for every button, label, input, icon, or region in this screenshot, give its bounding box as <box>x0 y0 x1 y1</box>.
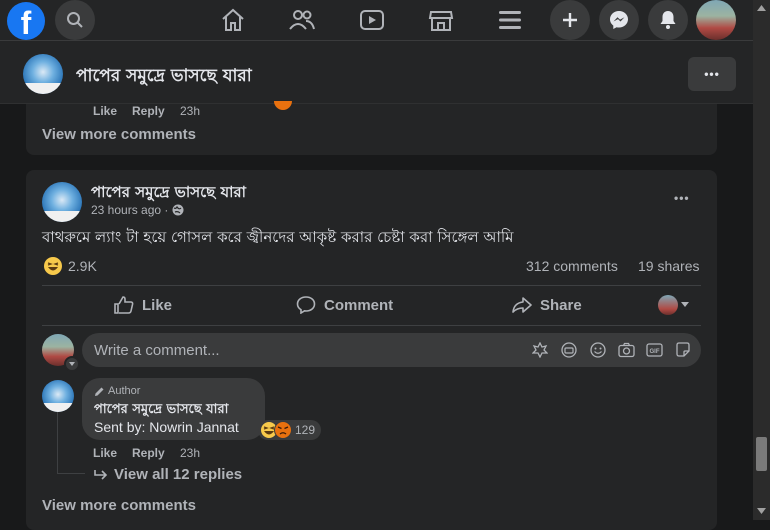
create-button[interactable] <box>550 0 590 40</box>
author-badge: Author <box>94 385 140 397</box>
share-icon <box>512 297 532 313</box>
avatar-sticker-icon[interactable] <box>532 342 548 358</box>
home-icon[interactable] <box>219 6 247 34</box>
more-horizontal-icon: ••• <box>704 67 720 81</box>
reply-arrow-icon <box>94 469 108 480</box>
divider <box>42 325 701 326</box>
comment-timestamp[interactable]: 23h <box>180 104 200 118</box>
divider <box>42 285 701 286</box>
comment-input[interactable]: Write a comment... GIF <box>82 333 701 367</box>
comment-button[interactable]: Comment <box>296 296 393 314</box>
share-button[interactable]: Share <box>512 296 582 314</box>
like-button[interactable]: Like <box>114 296 172 314</box>
view-replies-link[interactable]: View all 12 replies <box>94 466 242 483</box>
comment-text: Sent by: Nowrin Jannat <box>94 419 239 435</box>
post-timestamp[interactable]: 23 hours ago · <box>91 203 168 217</box>
commenter-avatar[interactable] <box>42 380 74 412</box>
watch-icon[interactable] <box>358 6 386 34</box>
scroll-up-icon[interactable] <box>757 5 766 11</box>
marketplace-icon[interactable] <box>427 6 455 34</box>
like-link[interactable]: Like <box>93 104 117 118</box>
svg-text:GIF: GIF <box>650 349 660 355</box>
facebook-logo[interactable]: f <box>7 2 45 41</box>
comment-like-link[interactable]: Like <box>93 446 117 460</box>
camera-icon[interactable] <box>618 342 635 358</box>
commenter-name[interactable]: পাপের সমুদ্রে ভাসছে যারা <box>94 400 228 421</box>
comment-reactions[interactable]: 129 <box>258 420 322 440</box>
shares-count-link[interactable]: 19 shares <box>638 258 699 274</box>
thread-line <box>57 412 58 474</box>
reaction-count: 2.9K <box>68 258 97 274</box>
search-icon <box>67 12 83 28</box>
chevron-down-icon <box>681 302 689 307</box>
scrollbar-thumb[interactable] <box>756 437 767 471</box>
sticker-pack-icon[interactable] <box>675 342 691 358</box>
reactions-summary[interactable]: 2.9K <box>44 257 97 275</box>
comment-bubble: Author পাপের সমুদ্রে ভাসছে যারা Sent by:… <box>82 378 265 440</box>
view-more-comments-link[interactable]: View more comments <box>42 126 196 143</box>
avatar-dropdown[interactable] <box>64 356 80 372</box>
gif-icon[interactable]: GIF <box>646 342 663 358</box>
chevron-down-icon <box>69 362 75 366</box>
sticker-icon[interactable] <box>561 342 577 358</box>
post-more-icon[interactable]: ••• <box>674 191 690 205</box>
comment-reaction-count: 129 <box>295 423 316 437</box>
view-more-comments-link[interactable]: View more comments <box>42 497 196 514</box>
scroll-down-icon[interactable] <box>757 508 766 514</box>
share-as-selector[interactable] <box>658 295 689 315</box>
notifications-button[interactable] <box>648 0 688 40</box>
plus-icon <box>563 13 577 27</box>
thread-line <box>57 473 85 474</box>
messenger-icon <box>610 11 628 29</box>
previous-post-card: Like Reply 23h View more comments <box>26 101 717 155</box>
avatar <box>658 295 678 315</box>
bell-icon <box>660 11 676 29</box>
comment-placeholder: Write a comment... <box>94 342 220 359</box>
reply-link[interactable]: Reply <box>132 104 165 118</box>
angry-reaction-icon <box>274 421 292 439</box>
comments-count-link[interactable]: 312 comments <box>526 258 618 274</box>
top-nav-bar: f <box>0 0 753 41</box>
page-header: পাপের সমুদ্রে ভাসছে যারা <box>0 41 753 104</box>
friends-icon[interactable] <box>288 6 316 34</box>
comment-timestamp[interactable]: 23h <box>180 446 200 460</box>
search-button[interactable] <box>55 0 95 40</box>
page-title[interactable]: পাপের সমুদ্রে ভাসছে যারা <box>76 63 252 91</box>
globe-icon <box>172 204 184 216</box>
haha-reaction-icon <box>44 257 62 275</box>
messenger-button[interactable] <box>599 0 639 40</box>
menu-icon[interactable] <box>496 6 524 34</box>
comment-reply-link[interactable]: Reply <box>132 446 165 460</box>
comment-icon <box>296 296 316 314</box>
page-more-button[interactable]: ••• <box>688 57 736 91</box>
post-text: বাথরুমে ল্যাং টা হয়ে গোসল করে জ্বীনদের … <box>42 228 514 246</box>
scrollbar[interactable] <box>753 0 770 520</box>
post-author-avatar[interactable] <box>42 182 82 222</box>
profile-avatar[interactable] <box>696 0 736 40</box>
page-avatar[interactable] <box>23 54 63 94</box>
pencil-icon <box>95 387 104 396</box>
emoji-icon[interactable] <box>590 342 606 358</box>
thumbs-up-icon <box>114 296 134 314</box>
